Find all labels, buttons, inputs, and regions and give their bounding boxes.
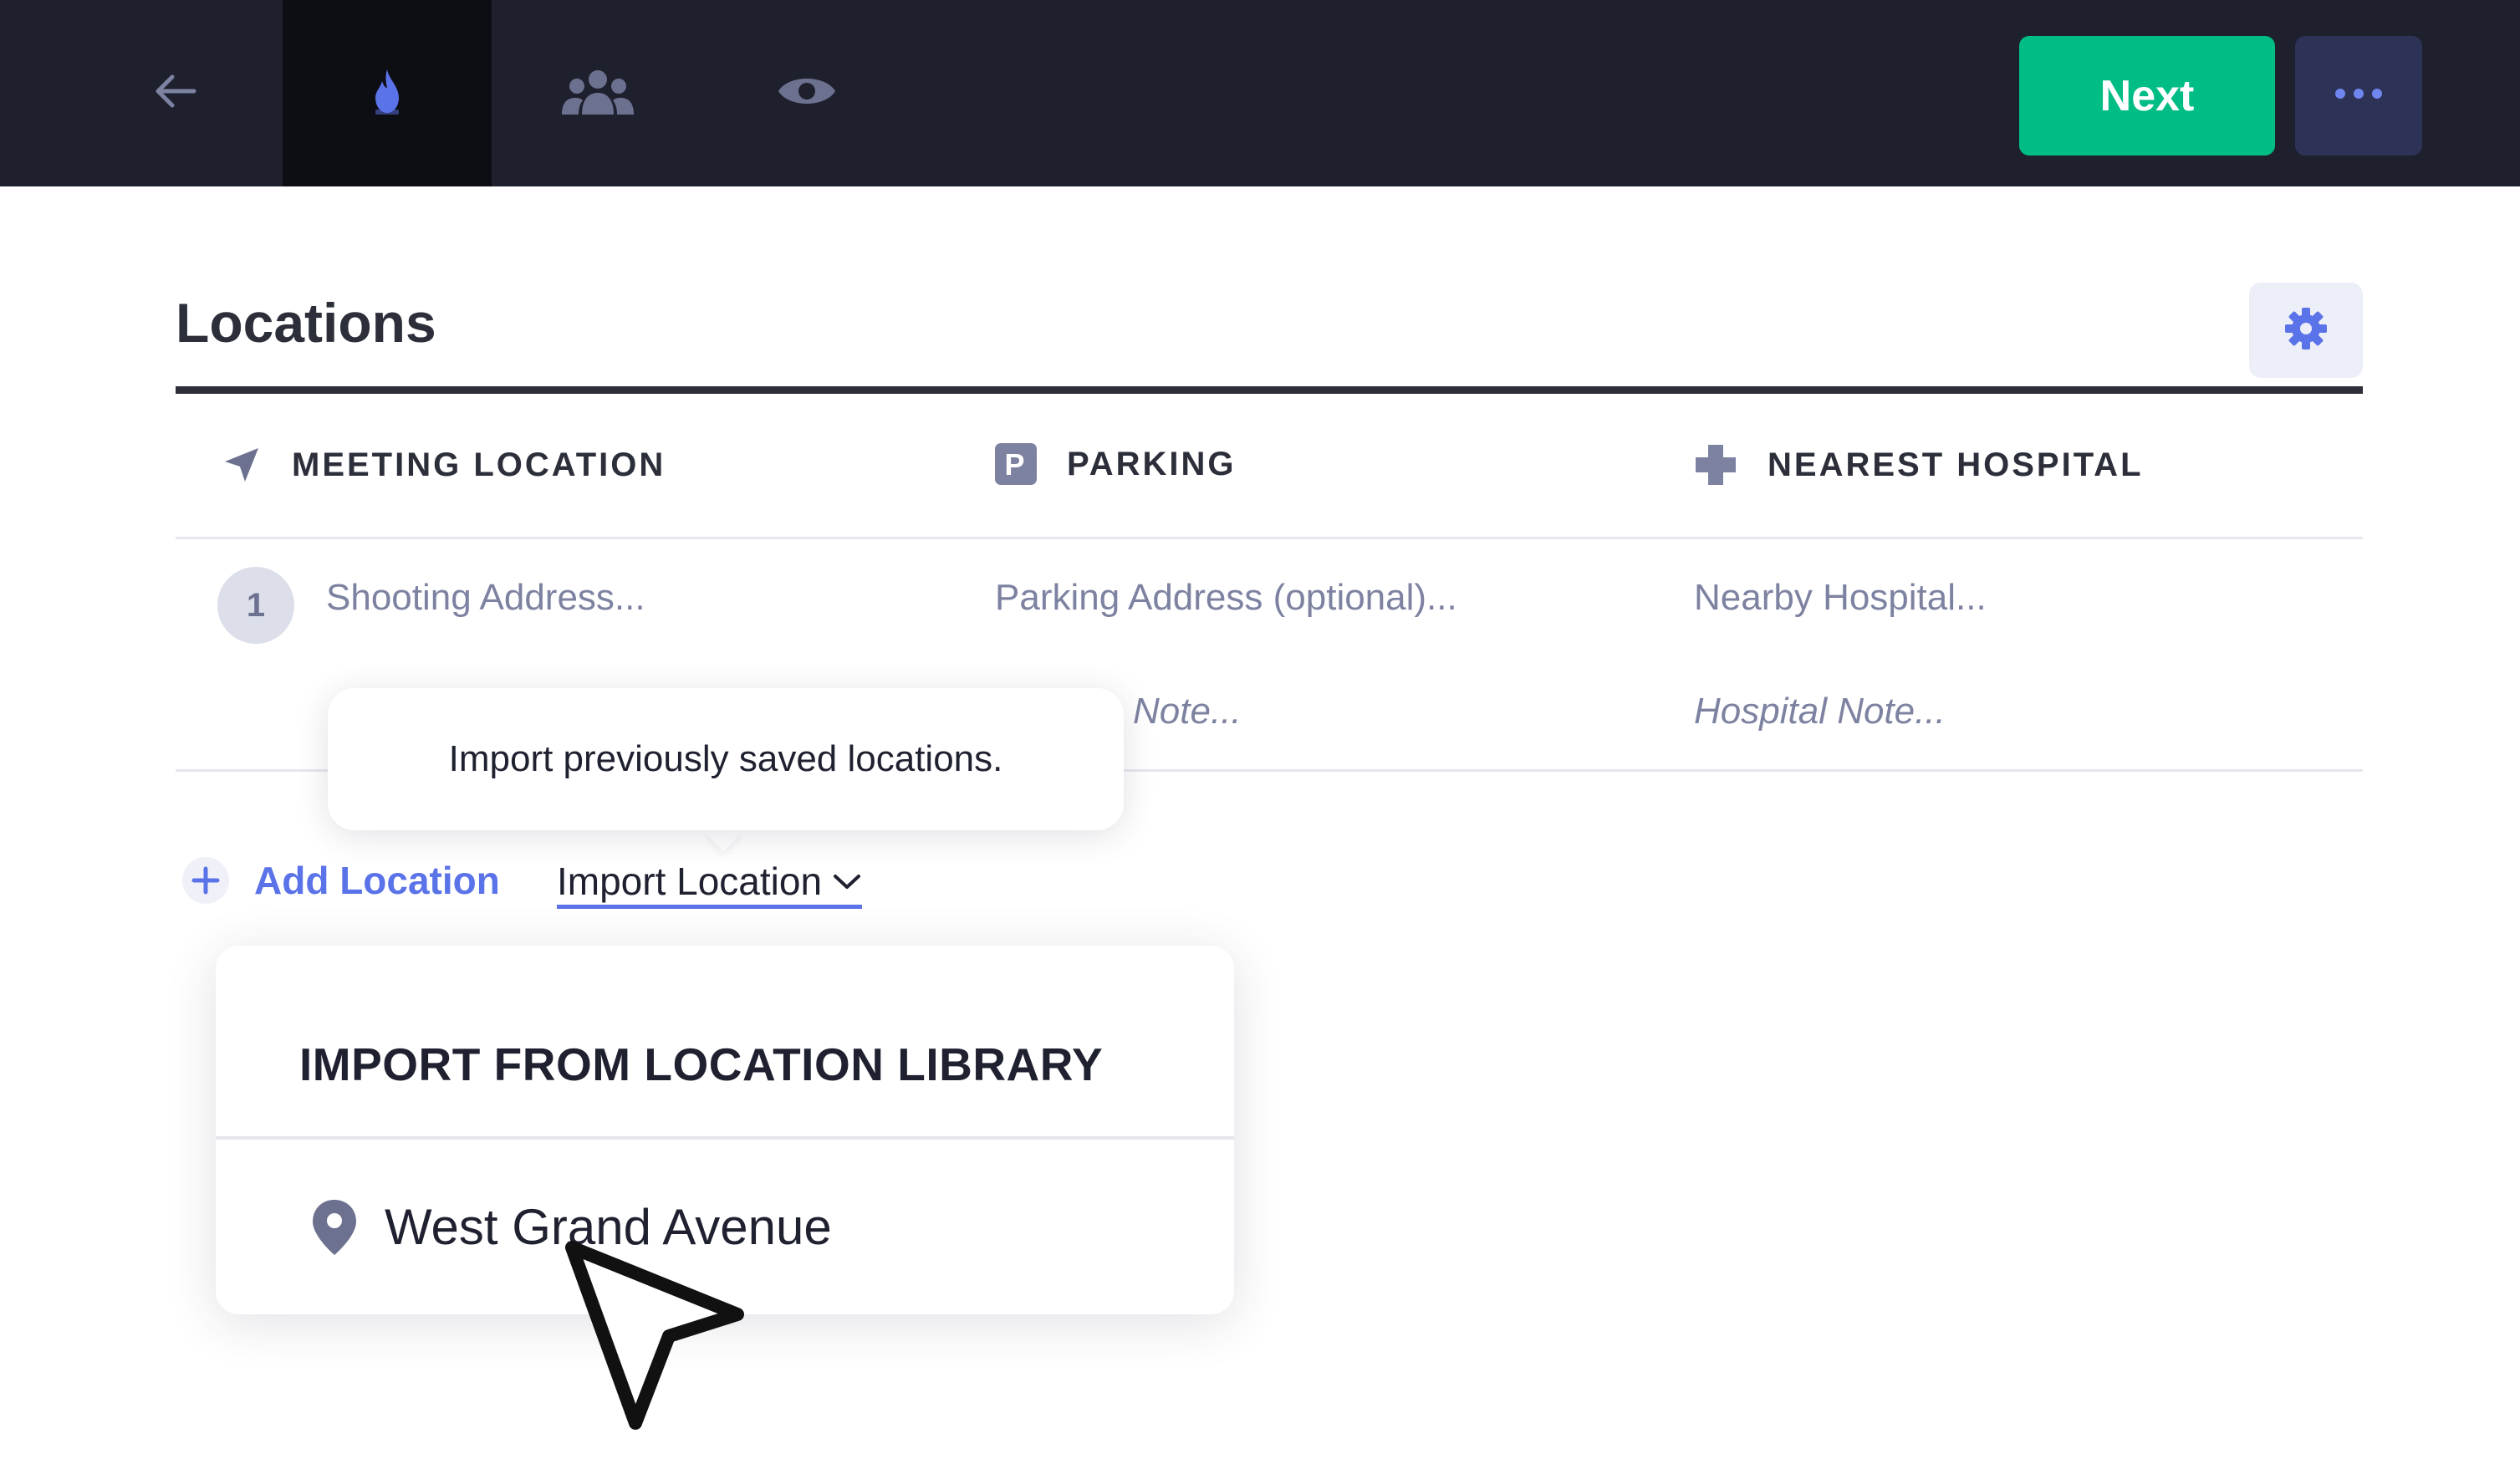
gear-icon xyxy=(2283,305,2329,356)
more-dots-icon xyxy=(2334,88,2384,104)
column-label: MEETING LOCATION xyxy=(292,446,666,483)
map-pin-icon xyxy=(309,1198,360,1257)
svg-text:P: P xyxy=(1004,447,1027,482)
parking-address-input[interactable]: Parking Address (optional)... xyxy=(995,577,1457,619)
import-location-label: Import Location xyxy=(557,859,823,903)
settings-button[interactable] xyxy=(2249,283,2363,378)
navigation-arrow-icon xyxy=(222,445,262,485)
next-button[interactable]: Next xyxy=(2019,36,2275,156)
back-button[interactable] xyxy=(71,0,280,186)
nav-tab-flame[interactable] xyxy=(283,0,492,186)
column-label: NEAREST HOSPITAL xyxy=(1768,446,2144,483)
top-bar: Next xyxy=(0,0,2520,186)
nav-tab-eye[interactable] xyxy=(702,0,911,186)
parking-note-input[interactable]: Note... xyxy=(1133,691,1242,732)
column-header-parking: P PARKING xyxy=(995,443,1236,485)
row-number-badge: 1 xyxy=(217,567,294,644)
page-title: Locations xyxy=(176,292,436,354)
people-icon xyxy=(560,66,635,120)
hospital-note-input[interactable]: Hospital Note... xyxy=(1694,691,1946,732)
more-options-button[interactable] xyxy=(2295,36,2422,156)
flame-icon xyxy=(372,66,402,120)
column-header-meeting-location: MEETING LOCATION xyxy=(222,445,666,485)
chevron-down-icon xyxy=(832,871,862,891)
add-location-button[interactable]: Add Location xyxy=(182,857,500,904)
eye-icon xyxy=(777,71,837,115)
add-location-label: Add Location xyxy=(254,859,500,902)
column-label: PARKING xyxy=(1067,445,1237,482)
shooting-address-input[interactable]: Shooting Address... xyxy=(326,577,645,619)
header-row-divider xyxy=(176,537,2363,539)
plus-icon xyxy=(182,857,229,904)
import-tooltip: Import previously saved locations. xyxy=(328,688,1124,830)
mouse-cursor-icon xyxy=(562,1237,754,1442)
title-divider xyxy=(176,386,2363,394)
hospital-input[interactable]: Nearby Hospital... xyxy=(1694,577,1987,619)
parking-icon: P xyxy=(995,443,1037,485)
nav-tab-people[interactable] xyxy=(493,0,702,186)
tooltip-text: Import previously saved locations. xyxy=(448,738,1003,779)
import-location-dropdown[interactable]: Import Location xyxy=(557,857,863,909)
column-header-nearest-hospital: NEAREST HOSPITAL xyxy=(1694,443,2144,487)
medical-cross-icon xyxy=(1694,443,1737,487)
dropdown-title: IMPORT FROM LOCATION LIBRARY xyxy=(299,1038,1104,1090)
back-arrow-icon xyxy=(150,66,201,120)
